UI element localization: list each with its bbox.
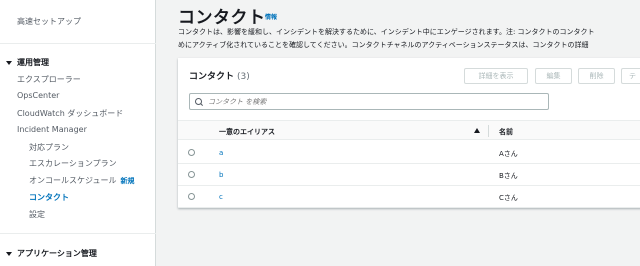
table-row[interactable]: c Cさん: [178, 186, 640, 208]
view-details-button[interactable]: 詳細を表示: [464, 68, 528, 84]
column-header-alias[interactable]: 一意のエイリアス: [219, 127, 275, 137]
sidebar-item-incident-manager[interactable]: Incident Manager: [17, 125, 87, 134]
caret-down-icon: [6, 60, 12, 65]
contact-count: (3): [237, 72, 250, 82]
caret-down-icon: [6, 251, 12, 256]
sidebar-item-response-plans[interactable]: 対応プラン: [29, 142, 69, 153]
sidebar-item-oncall-schedules[interactable]: オンコールスケジュール 新規: [29, 175, 134, 186]
sidebar-item-label: オンコールスケジュール: [29, 176, 117, 185]
sidebar-item-opscenter[interactable]: OpsCenter: [17, 91, 59, 100]
row-select-radio[interactable]: [188, 149, 195, 156]
page-title: コンタクト: [178, 8, 266, 28]
panel-title-label: コンタクト: [189, 72, 235, 82]
description-line: めにアクティブ化されていることを確認してください。コンタクトチャネルのアクティベ…: [178, 41, 589, 49]
row-select-radio[interactable]: [188, 193, 195, 200]
sidebar: 高速セットアップ 運用管理 エクスプローラー OpsCenter CloudWa…: [0, 0, 156, 266]
sidebar-item-contacts[interactable]: コンタクト: [29, 192, 69, 203]
contacts-table-panel: コンタクト(3) 詳細を表示 編集 削除 テ 一意のエイリアス 名前 a Aさん…: [178, 58, 640, 208]
sidebar-divider: [0, 233, 156, 234]
contact-name: Bさん: [499, 172, 518, 180]
panel-title: コンタクト (3): [189, 69, 250, 82]
sidebar-item-quick-setup[interactable]: 高速セットアップ: [17, 16, 81, 27]
table-row[interactable]: b Bさん: [178, 164, 640, 186]
edit-button[interactable]: 編集: [535, 68, 572, 84]
search-icon: [195, 97, 203, 106]
sidebar-section-label: アプリケーション管理: [17, 249, 97, 258]
sidebar-section-app-management[interactable]: アプリケーション管理: [6, 248, 97, 259]
contact-alias-link[interactable]: b: [219, 171, 223, 179]
column-resizer[interactable]: [488, 125, 489, 137]
sidebar-item-cloudwatch-dashboard[interactable]: CloudWatch ダッシュボード: [17, 108, 123, 119]
column-header-name[interactable]: 名前: [499, 127, 513, 137]
sidebar-divider: [0, 43, 156, 44]
table-header: 一意のエイリアス 名前: [178, 120, 640, 140]
search-box: [189, 93, 549, 110]
sort-ascending-icon[interactable]: [474, 128, 480, 133]
sidebar-item-explorer[interactable]: エクスプローラー: [17, 74, 81, 85]
sidebar-item-escalation-plans[interactable]: エスカレーションプラン: [29, 158, 117, 169]
search-input[interactable]: [208, 97, 528, 106]
sidebar-section-label: 運用管理: [17, 58, 49, 67]
new-badge: 新規: [120, 177, 135, 185]
engage-button[interactable]: テ: [621, 68, 640, 84]
sidebar-section-operations[interactable]: 運用管理: [6, 57, 49, 68]
info-link[interactable]: 情報: [265, 12, 277, 21]
page-description: コンタクトは、影響を緩和し、インシデントを解決するために、インシデント中にエンゲ…: [178, 26, 640, 52]
table-row[interactable]: a Aさん: [178, 142, 640, 164]
contact-name: Aさん: [499, 150, 518, 158]
contact-alias-link[interactable]: a: [219, 149, 223, 157]
description-line: コンタクトは、影響を緩和し、インシデントを解決するために、インシデント中にエンゲ…: [178, 28, 595, 36]
delete-button[interactable]: 削除: [578, 68, 615, 84]
contact-name: Cさん: [499, 194, 518, 202]
row-select-radio[interactable]: [188, 171, 195, 178]
contact-alias-link[interactable]: c: [219, 193, 223, 201]
sidebar-item-settings[interactable]: 設定: [29, 209, 45, 220]
